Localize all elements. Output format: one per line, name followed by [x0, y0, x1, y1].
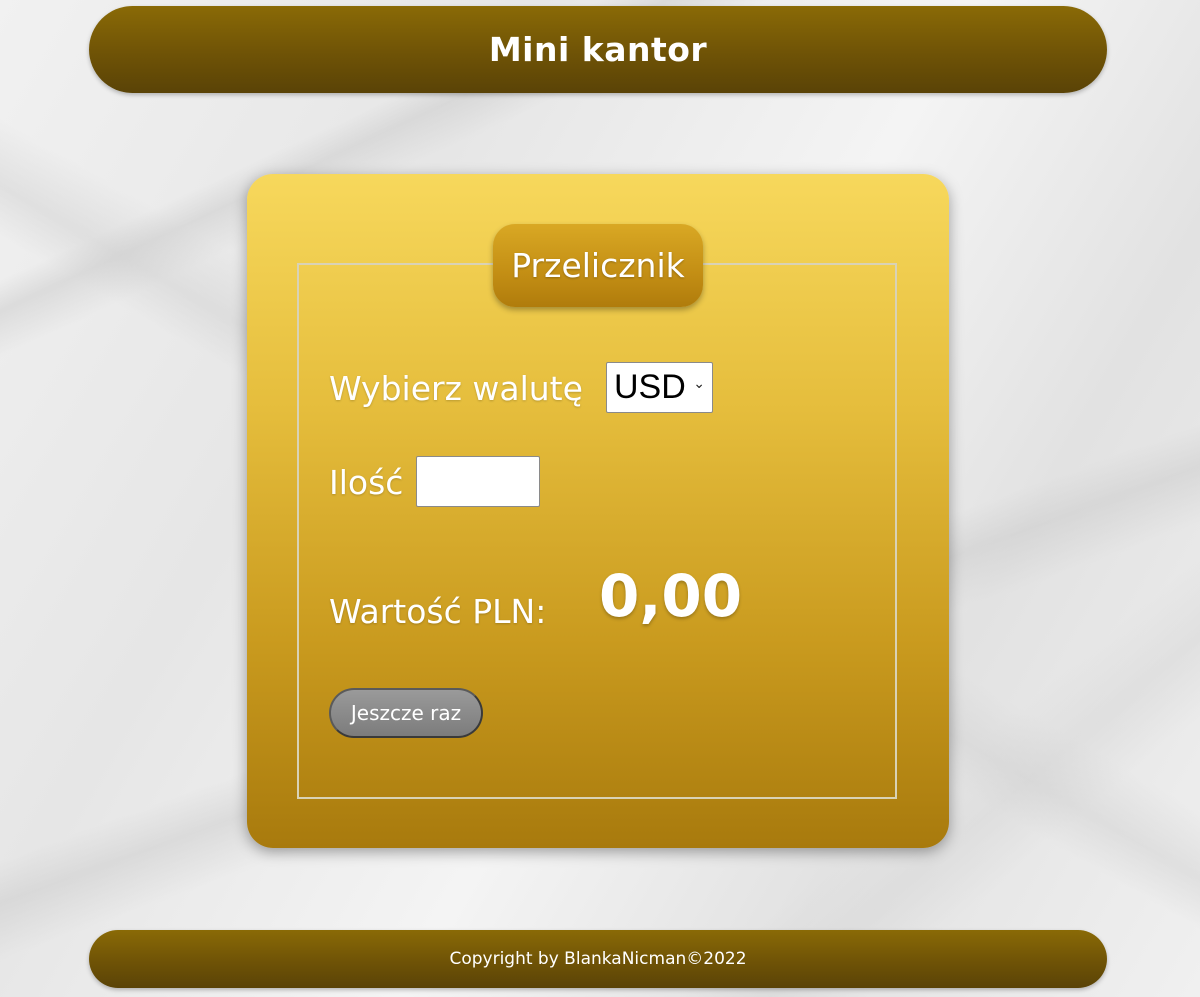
- converter-legend: Przelicznik: [493, 224, 703, 307]
- converter-legend-label: Przelicznik: [511, 246, 685, 285]
- reset-button[interactable]: Jeszcze raz: [329, 688, 483, 738]
- amount-input[interactable]: [416, 456, 540, 507]
- currency-select[interactable]: USD ⌄: [606, 362, 713, 413]
- result-label: Wartość PLN:: [329, 592, 547, 631]
- result-value: 0,00: [599, 562, 743, 630]
- converter-card: Przelicznik Wybierz walutę USD ⌄ Ilość W…: [247, 174, 949, 848]
- page-footer: Copyright by BlankaNicman©2022: [89, 930, 1107, 988]
- currency-label: Wybierz walutę: [329, 369, 583, 408]
- amount-label: Ilość: [329, 463, 404, 502]
- page-header: Mini kantor: [89, 6, 1107, 93]
- page-title: Mini kantor: [488, 30, 708, 69]
- reset-button-label: Jeszcze raz: [350, 701, 462, 725]
- currency-select-value: USD: [614, 368, 686, 406]
- copyright-text: Copyright by BlankaNicman©2022: [449, 949, 747, 969]
- chevron-down-icon: ⌄: [693, 376, 705, 392]
